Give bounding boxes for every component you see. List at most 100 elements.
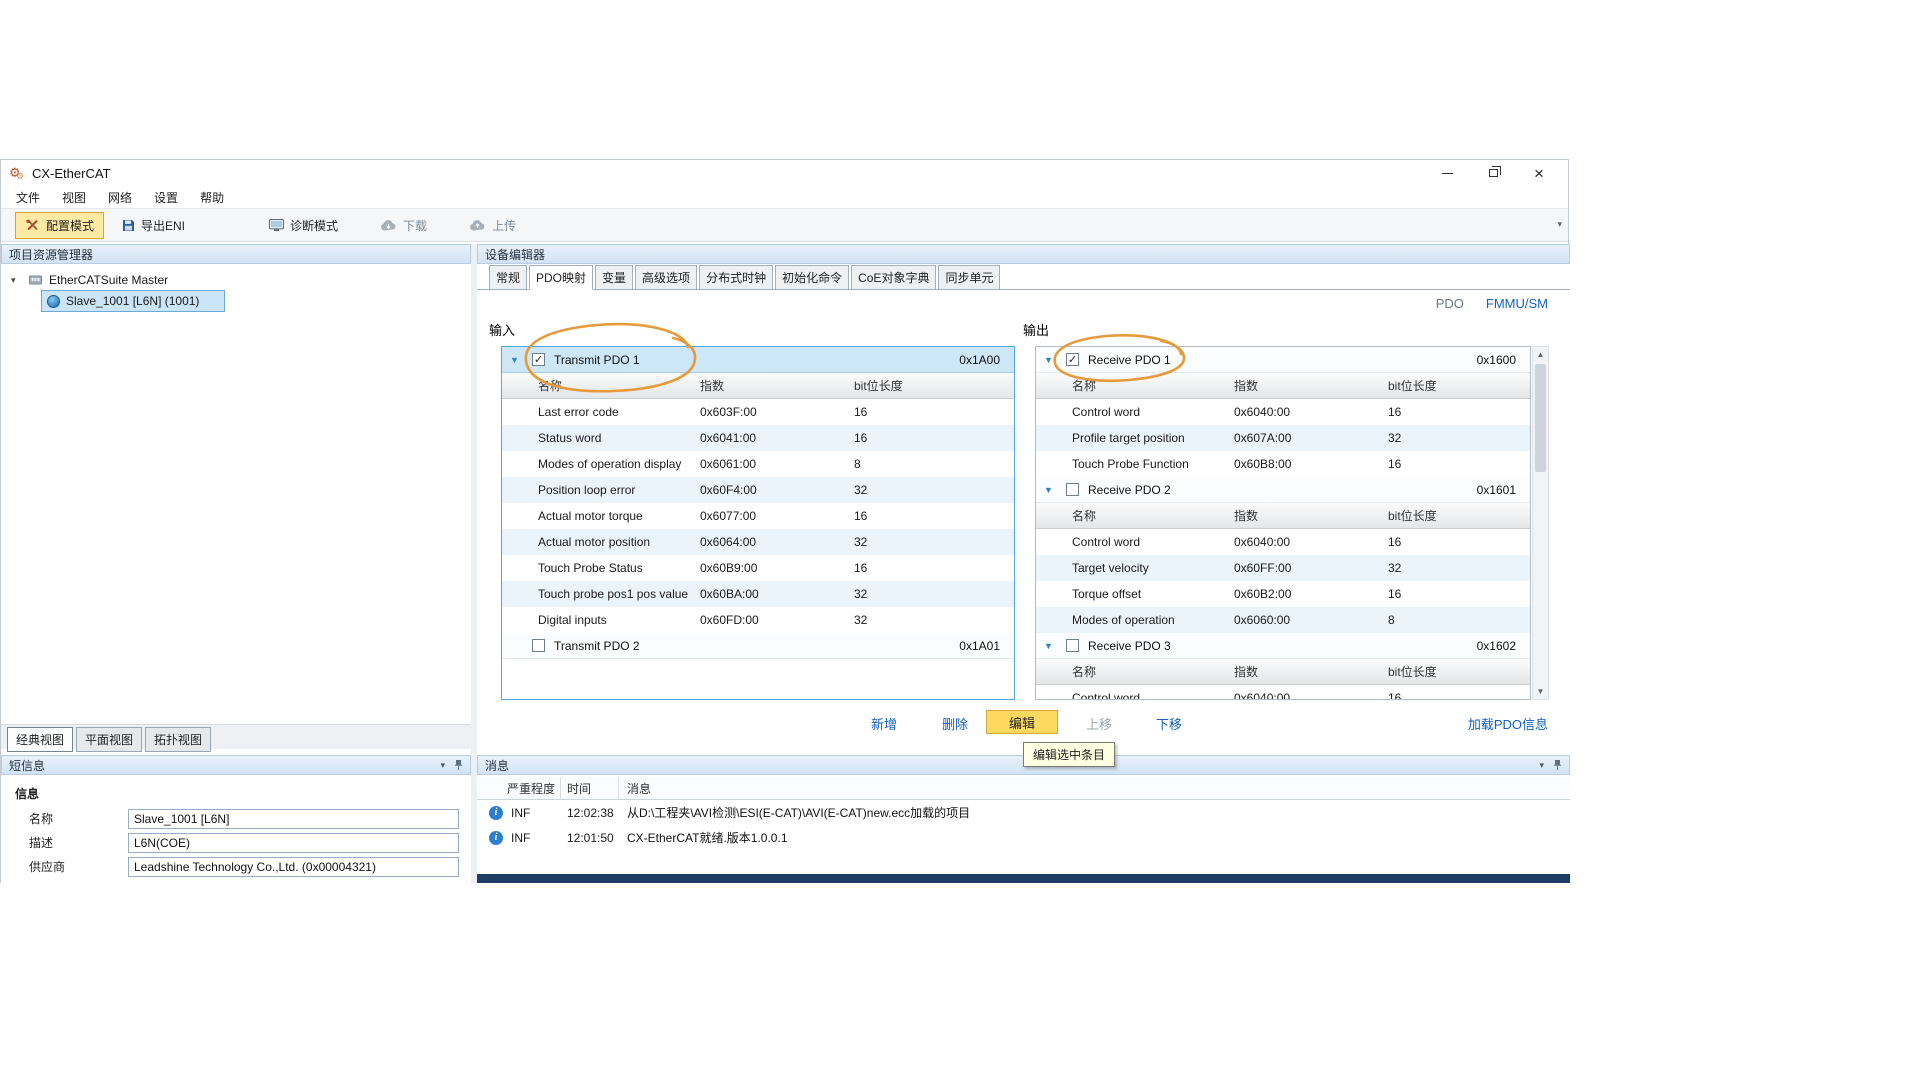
tab-CoE对象字典[interactable]: CoE对象字典 [851, 265, 936, 290]
pdo-entry-row[interactable]: Digital inputs0x60FD:0032 [502, 607, 1014, 633]
pdo-index: 0x1A00 [959, 353, 1014, 367]
pdo-entry-row[interactable]: Control word0x6040:0016 [1036, 399, 1530, 425]
scroll-up-icon[interactable]: ▲ [1533, 350, 1548, 359]
column-label: 名称 [1072, 507, 1234, 524]
field-input[interactable] [128, 809, 459, 829]
pdo-entry-row[interactable]: Control word0x6040:0016 [1036, 529, 1530, 555]
short-info-section-label: 信息 [15, 785, 39, 802]
pdo-entry-row[interactable]: Touch Probe Status0x60B9:0016 [502, 555, 1014, 581]
config-mode-icon [25, 218, 40, 232]
pdo-row[interactable]: ▼Receive PDO 30x1602 [1036, 633, 1530, 659]
export-eni-button[interactable]: 导出ENI [112, 212, 195, 239]
tab-初始化命令[interactable]: 初始化命令 [775, 265, 849, 290]
collapse-chevron-icon[interactable]: ▾ [1539, 761, 1544, 770]
output-scrollbar[interactable]: ▲ ▼ [1532, 346, 1549, 700]
pdo-row[interactable]: Transmit PDO 20x1A01 [502, 633, 1014, 659]
tree-expander-icon[interactable]: ▾ [11, 275, 29, 286]
move-down-button[interactable]: 下移 [1156, 714, 1182, 733]
tab-高级选项[interactable]: 高级选项 [635, 265, 697, 290]
pdo-name: Receive PDO 3 [1088, 639, 1477, 653]
messages-title: 消息 [485, 757, 509, 774]
expander-icon[interactable]: ▼ [1044, 485, 1066, 495]
download-button[interactable]: 下载 [370, 212, 437, 239]
short-info-body: 信息 名称描述供应商 [1, 775, 471, 883]
pin-icon[interactable] [1553, 759, 1562, 771]
severity-column-label: 严重程度 [489, 777, 561, 799]
view-tab[interactable]: 经典视图 [7, 727, 73, 752]
pdo-checkbox[interactable] [532, 639, 545, 652]
pdo-entry-row[interactable]: Touch Probe Function0x60B8:0016 [1036, 451, 1530, 477]
maximize-button[interactable] [1470, 160, 1516, 186]
diagnostic-mode-button[interactable]: 诊断模式 [259, 212, 348, 239]
tab-变量[interactable]: 变量 [595, 265, 633, 290]
scroll-down-icon[interactable]: ▼ [1533, 687, 1548, 696]
move-up-button[interactable]: 上移 [1086, 714, 1112, 733]
tree-item-master[interactable]: ▾ EtherCATSuite Master [1, 270, 471, 290]
message-row[interactable]: iINF12:01:50CX-EtherCAT就绪.版本1.0.0.1 [477, 825, 1570, 850]
add-button[interactable]: 新增 [871, 714, 897, 733]
scrollbar-thumb[interactable] [1535, 364, 1546, 472]
field-input[interactable] [128, 833, 459, 853]
pdo-checkbox[interactable]: ✓ [1066, 353, 1079, 366]
menu-item[interactable]: 设置 [143, 187, 189, 208]
close-button[interactable]: × [1516, 160, 1562, 186]
view-tab[interactable]: 拓扑视图 [145, 727, 211, 752]
expander-icon[interactable]: ▼ [1044, 355, 1066, 365]
tab-同步单元[interactable]: 同步单元 [938, 265, 1000, 290]
load-pdo-info-button[interactable]: 加载PDO信息 [1468, 714, 1548, 733]
pdo-checkbox[interactable] [1066, 483, 1079, 496]
pdo-entry-row[interactable]: Actual motor position0x6064:0032 [502, 529, 1014, 555]
entry-bits: 8 [1388, 613, 1530, 627]
pdo-entry-row[interactable]: Modes of operation display0x6061:008 [502, 451, 1014, 477]
fmmu-sm-link[interactable]: FMMU/SM [1486, 296, 1548, 311]
expander-icon[interactable]: ▼ [1044, 641, 1066, 651]
menu-item[interactable]: 视图 [51, 187, 97, 208]
message-row[interactable]: iINF12:02:38从D:\工程夹\AVI检测\ESI(E-CAT)\AVI… [477, 800, 1570, 825]
column-label: bit位长度 [1388, 663, 1530, 680]
pdo-link[interactable]: PDO [1436, 296, 1464, 311]
field-input[interactable] [128, 857, 459, 877]
expander-icon[interactable]: ▼ [510, 355, 532, 365]
column-label: 名称 [1072, 377, 1234, 394]
menu-item[interactable]: 文件 [5, 187, 51, 208]
pdo-entry-row[interactable]: Touch probe pos1 pos value0x60BA:0032 [502, 581, 1014, 607]
tab-常规[interactable]: 常规 [489, 265, 527, 290]
download-label: 下载 [403, 217, 427, 234]
tab-分布式时钟[interactable]: 分布式时钟 [699, 265, 773, 290]
tab-PDO映射[interactable]: PDO映射 [529, 265, 593, 290]
info-field-row: 名称 [1, 808, 471, 829]
pdo-name: Transmit PDO 2 [554, 639, 959, 653]
pdo-entry-row[interactable]: Target velocity0x60FF:0032 [1036, 555, 1530, 581]
pdo-entry-row[interactable]: Torque offset0x60B2:0016 [1036, 581, 1530, 607]
pdo-row[interactable]: ▼✓Receive PDO 10x1600 [1036, 347, 1530, 373]
monitor-icon [269, 219, 284, 232]
entry-index: 0x6060:00 [1234, 613, 1388, 627]
edit-button[interactable]: 编辑 [986, 710, 1058, 734]
pdo-entry-row[interactable]: Status word0x6041:0016 [502, 425, 1014, 451]
toolbar-overflow-icon[interactable]: ▾ [1557, 219, 1562, 230]
upload-button[interactable]: 上传 [459, 212, 526, 239]
pdo-checkbox[interactable] [1066, 639, 1079, 652]
delete-button[interactable]: 删除 [942, 714, 968, 733]
pdo-entry-row[interactable]: Actual motor torque0x6077:0016 [502, 503, 1014, 529]
short-info-fields: 名称描述供应商 [1, 808, 471, 880]
pdo-entry-row[interactable]: Last error code0x603F:0016 [502, 399, 1014, 425]
pin-icon[interactable] [454, 759, 463, 771]
pdo-row[interactable]: ▼Receive PDO 20x1601 [1036, 477, 1530, 503]
restore-icon [1489, 169, 1498, 177]
pdo-row[interactable]: ▼✓Transmit PDO 10x1A00 [502, 347, 1014, 373]
collapse-chevron-icon[interactable]: ▾ [440, 761, 445, 770]
view-tab[interactable]: 平面视图 [76, 727, 142, 752]
messages-body: 严重程度 时间 消息 iINF12:02:38从D:\工程夹\AVI检测\ESI… [477, 775, 1570, 874]
pdo-entry-row[interactable]: Profile target position0x607A:0032 [1036, 425, 1530, 451]
pdo-entry-row[interactable]: Modes of operation0x6060:008 [1036, 607, 1530, 633]
minimize-button[interactable] [1424, 160, 1470, 186]
tree-item-slave-selected[interactable]: Slave_1001 [L6N] (1001) [41, 290, 225, 312]
pdo-checkbox[interactable]: ✓ [532, 353, 545, 366]
pdo-entry-row[interactable]: Control word0x6040:0016 [1036, 685, 1530, 700]
config-mode-button[interactable]: 配置模式 [15, 212, 104, 239]
menu-item[interactable]: 帮助 [189, 187, 235, 208]
pdo-entry-row[interactable]: Position loop error0x60F4:0032 [502, 477, 1014, 503]
minimize-icon [1442, 173, 1453, 174]
menu-item[interactable]: 网络 [97, 187, 143, 208]
